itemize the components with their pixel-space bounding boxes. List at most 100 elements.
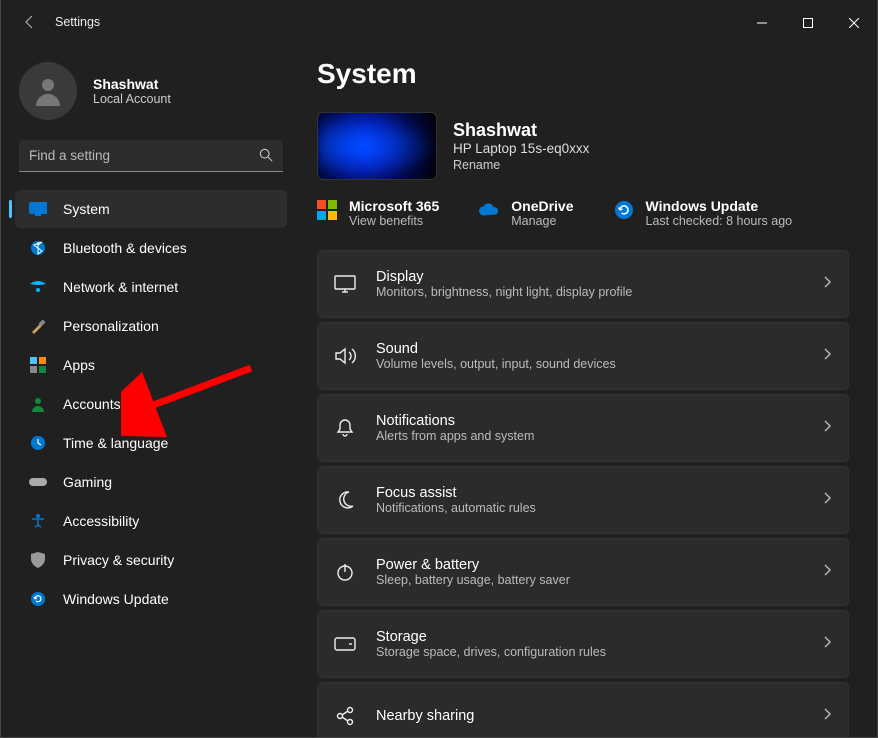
sidebar-item-windows-update[interactable]: Windows Update — [15, 580, 287, 618]
sound-icon — [334, 345, 356, 367]
share-icon — [334, 705, 356, 727]
sidebar-item-privacy-security[interactable]: Privacy & security — [15, 541, 287, 579]
card-focus-assist[interactable]: Focus assistNotifications, automatic rul… — [317, 466, 849, 534]
clock-icon — [29, 434, 47, 452]
user-block[interactable]: Shashwat Local Account — [9, 56, 293, 134]
display-icon — [334, 273, 356, 295]
card-sub: Volume levels, output, input, sound devi… — [376, 357, 824, 371]
gamepad-icon — [29, 473, 47, 491]
window-controls — [739, 6, 877, 38]
card-sub: Sleep, battery usage, battery saver — [376, 573, 824, 587]
search-icon — [259, 148, 273, 167]
service-title: OneDrive — [511, 198, 573, 214]
m365-icon — [317, 200, 337, 220]
sidebar-item-accessibility[interactable]: Accessibility — [15, 502, 287, 540]
wifi-icon — [29, 278, 47, 296]
sidebar-item-label: Accounts — [63, 396, 121, 412]
user-name: Shashwat — [93, 76, 171, 92]
chevron-right-icon — [824, 419, 832, 437]
service-sub: Last checked: 8 hours ago — [646, 214, 793, 228]
card-sub: Monitors, brightness, night light, displ… — [376, 285, 824, 299]
sidebar-item-label: Privacy & security — [63, 552, 174, 568]
chevron-right-icon — [824, 275, 832, 293]
card-title: Focus assist — [376, 485, 824, 501]
device-name: Shashwat — [453, 120, 589, 141]
user-account-type: Local Account — [93, 92, 171, 106]
accessibility-icon — [29, 512, 47, 530]
device-thumbnail — [317, 112, 437, 180]
window-title: Settings — [55, 15, 100, 29]
nav-list: System Bluetooth & devices Network & inter… — [9, 190, 293, 618]
main-panel: System Shashwat HP Laptop 15s-eq0xxx Ren… — [301, 44, 877, 737]
service-windows-update[interactable]: Windows UpdateLast checked: 8 hours ago — [614, 198, 793, 228]
sidebar-item-apps[interactable]: Apps — [15, 346, 287, 384]
sidebar-item-label: Network & internet — [63, 279, 178, 295]
person-icon — [29, 395, 47, 413]
maximize-button[interactable] — [785, 9, 831, 37]
sidebar-item-bluetooth-devices[interactable]: Bluetooth & devices — [15, 229, 287, 267]
sidebar-item-label: Bluetooth & devices — [63, 240, 187, 256]
update-icon — [29, 590, 47, 608]
service-onedrive[interactable]: OneDriveManage — [479, 198, 573, 228]
moon-icon — [334, 489, 356, 511]
services-row: Microsoft 365View benefits OneDriveManage… — [317, 198, 849, 228]
power-icon — [334, 561, 356, 583]
card-title: Nearby sharing — [376, 708, 824, 724]
sidebar-item-label: Apps — [63, 357, 95, 373]
device-model: HP Laptop 15s-eq0xxx — [453, 141, 589, 156]
titlebar: Settings — [1, 0, 877, 44]
chevron-right-icon — [824, 707, 832, 725]
sidebar-item-accounts[interactable]: Accounts — [15, 385, 287, 423]
rename-link[interactable]: Rename — [453, 158, 589, 172]
card-display[interactable]: DisplayMonitors, brightness, night light… — [317, 250, 849, 318]
back-button[interactable] — [15, 7, 45, 37]
card-title: Sound — [376, 341, 824, 357]
sidebar-item-label: Accessibility — [63, 513, 139, 529]
apps-icon — [29, 356, 47, 374]
update-blue-icon — [614, 200, 634, 220]
service-microsoft-[interactable]: Microsoft 365View benefits — [317, 198, 439, 228]
card-title: Display — [376, 269, 824, 285]
sidebar-item-network-internet[interactable]: Network & internet — [15, 268, 287, 306]
search-box[interactable] — [19, 140, 283, 172]
sidebar-item-label: Gaming — [63, 474, 112, 490]
service-sub: Manage — [511, 214, 573, 228]
chevron-right-icon — [824, 347, 832, 365]
search-input[interactable] — [19, 140, 283, 172]
display-icon — [29, 200, 47, 218]
shield-icon — [29, 551, 47, 569]
card-storage[interactable]: StorageStorage space, drives, configurat… — [317, 610, 849, 678]
onedrive-icon — [479, 200, 499, 220]
close-button[interactable] — [831, 9, 877, 37]
service-title: Microsoft 365 — [349, 198, 439, 214]
page-title: System — [317, 58, 849, 90]
sidebar-item-label: Windows Update — [63, 591, 169, 607]
card-sub: Storage space, drives, configuration rul… — [376, 645, 824, 659]
settings-cards: DisplayMonitors, brightness, night light… — [317, 250, 849, 737]
sidebar-item-label: Personalization — [63, 318, 159, 334]
card-title: Storage — [376, 629, 824, 645]
sidebar-item-gaming[interactable]: Gaming — [15, 463, 287, 501]
sidebar-item-system[interactable]: System — [15, 190, 287, 228]
sidebar-item-label: System — [63, 201, 110, 217]
sidebar-item-time-language[interactable]: Time & language — [15, 424, 287, 462]
bell-icon — [334, 417, 356, 439]
minimize-button[interactable] — [739, 9, 785, 37]
storage-icon — [334, 633, 356, 655]
card-sub: Notifications, automatic rules — [376, 501, 824, 515]
card-sub: Alerts from apps and system — [376, 429, 824, 443]
sidebar: Shashwat Local Account System Bluetooth &… — [1, 44, 301, 737]
service-title: Windows Update — [646, 198, 793, 214]
bluetooth-icon — [29, 239, 47, 257]
sidebar-item-label: Time & language — [63, 435, 168, 451]
chevron-right-icon — [824, 635, 832, 653]
sidebar-item-personalization[interactable]: Personalization — [15, 307, 287, 345]
service-sub: View benefits — [349, 214, 439, 228]
card-nearby-sharing[interactable]: Nearby sharing — [317, 682, 849, 737]
card-sound[interactable]: SoundVolume levels, output, input, sound… — [317, 322, 849, 390]
card-notifications[interactable]: NotificationsAlerts from apps and system — [317, 394, 849, 462]
avatar — [19, 62, 77, 120]
card-power-battery[interactable]: Power & batterySleep, battery usage, bat… — [317, 538, 849, 606]
device-row: Shashwat HP Laptop 15s-eq0xxx Rename — [317, 112, 849, 180]
chevron-right-icon — [824, 491, 832, 509]
